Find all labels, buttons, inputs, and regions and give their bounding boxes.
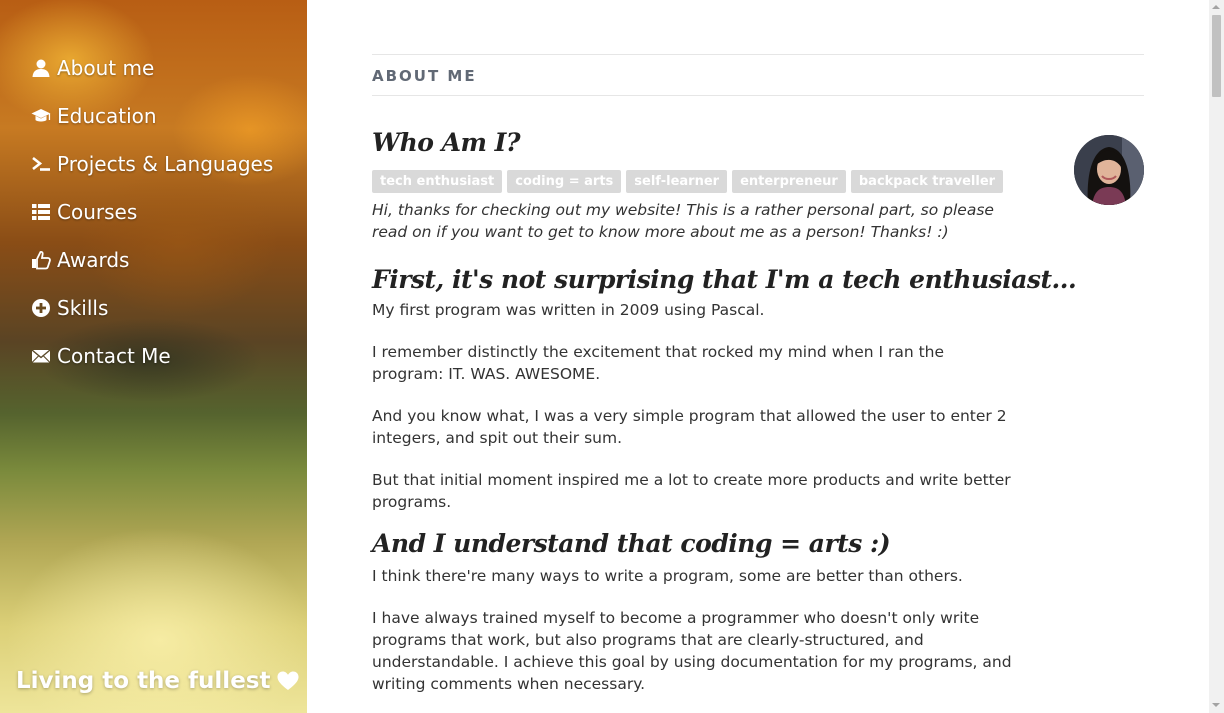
paragraph: And you know what, I was a very simple p… <box>372 407 1007 447</box>
avatar-photo <box>1074 135 1144 205</box>
page-scrollbar[interactable] <box>1209 0 1224 713</box>
footer-text: Living to the fullest <box>16 668 271 694</box>
paragraph: I have always trained myself to become a… <box>372 609 1012 693</box>
nav-item-education[interactable]: Education <box>30 92 273 140</box>
graduation-cap-icon <box>30 105 52 127</box>
paragraph: But that initial moment inspired me a lo… <box>372 471 1011 511</box>
nav-item-projects-languages[interactable]: Projects & Languages <box>30 140 273 188</box>
section-top-divider <box>372 54 1144 55</box>
heading-who-am-i: Who Am I? <box>372 128 521 157</box>
terminal-icon <box>30 153 52 175</box>
heading-tech-enthusiast: First, it's not surprising that I'm a te… <box>372 265 1077 294</box>
heading-coding-arts: And I understand that coding = arts :) <box>372 529 891 558</box>
scroll-thumb[interactable] <box>1212 15 1221 97</box>
plus-circle-icon <box>30 297 52 319</box>
tag: enterpreneur <box>732 170 846 193</box>
main-content: ABOUT ME Who Am I? tech enthusiast codin… <box>372 0 1144 695</box>
nav-item-skills[interactable]: Skills <box>30 284 273 332</box>
nav-label: Contact Me <box>57 344 171 368</box>
nav-item-awards[interactable]: Awards <box>30 236 273 284</box>
thumbs-up-icon <box>30 249 52 271</box>
sidebar: About me Education Projects & Languages … <box>0 0 307 713</box>
scroll-down-arrow[interactable] <box>1212 703 1220 707</box>
section-title: ABOUT ME <box>372 67 477 85</box>
tag-list: tech enthusiast coding = arts self-learn… <box>372 170 1144 193</box>
list-icon <box>30 201 52 223</box>
paragraph: My first program was written in 2009 usi… <box>372 301 765 319</box>
nav-item-about-me[interactable]: About me <box>30 44 273 92</box>
sidebar-nav: About me Education Projects & Languages … <box>30 44 273 380</box>
envelope-icon <box>30 345 52 367</box>
heart-icon <box>277 671 299 690</box>
scroll-up-arrow[interactable] <box>1212 5 1220 9</box>
user-icon <box>30 57 52 79</box>
tag: backpack traveller <box>850 170 1004 193</box>
tag: self-learner <box>626 170 728 193</box>
intro-text: Hi, thanks for checking out my website! … <box>372 201 994 241</box>
nav-label: Education <box>57 104 157 128</box>
nav-label: Projects & Languages <box>57 152 274 176</box>
tag: tech enthusiast <box>372 170 503 193</box>
paragraph: I remember distinctly the excitement tha… <box>372 343 945 383</box>
section-bottom-divider <box>372 95 1144 96</box>
nav-label: Awards <box>57 248 130 272</box>
sidebar-footer: Living to the fullest <box>16 668 300 694</box>
paragraph: I think there're many ways to write a pr… <box>372 567 963 585</box>
nav-item-contact-me[interactable]: Contact Me <box>30 332 273 380</box>
avatar <box>1074 135 1144 205</box>
nav-item-courses[interactable]: Courses <box>30 188 273 236</box>
nav-label: Courses <box>57 200 138 224</box>
nav-label: Skills <box>57 296 109 320</box>
nav-label: About me <box>57 56 155 80</box>
tag: coding = arts <box>507 170 622 193</box>
